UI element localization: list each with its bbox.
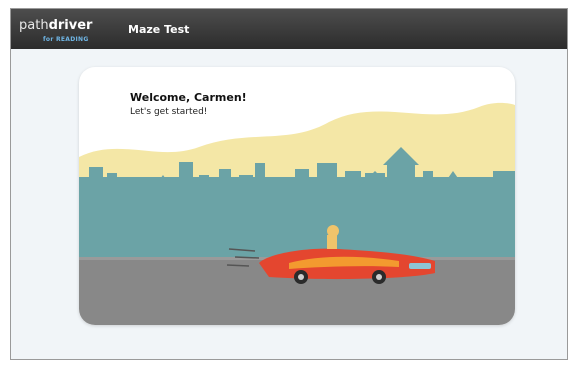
welcome-subtitle: Let's get started! <box>130 107 208 117</box>
logo-tagline: for READING <box>43 36 89 43</box>
top-bar: pathdriver for READING Maze Test <box>11 9 567 49</box>
welcome-heading: Welcome, Carmen! <box>130 91 247 104</box>
page-title: Maze Test <box>128 23 190 36</box>
pathdriver-logo[interactable]: pathdriver for READING <box>19 18 93 43</box>
welcome-card: Welcome, Carmen! Let's get started! <box>79 67 515 325</box>
logo-driver: driver <box>48 18 93 33</box>
logo-path: path <box>19 18 49 33</box>
app-window: pathdriver for READING Maze Test Welcome… <box>10 8 568 360</box>
city-road-illustration <box>79 102 515 325</box>
